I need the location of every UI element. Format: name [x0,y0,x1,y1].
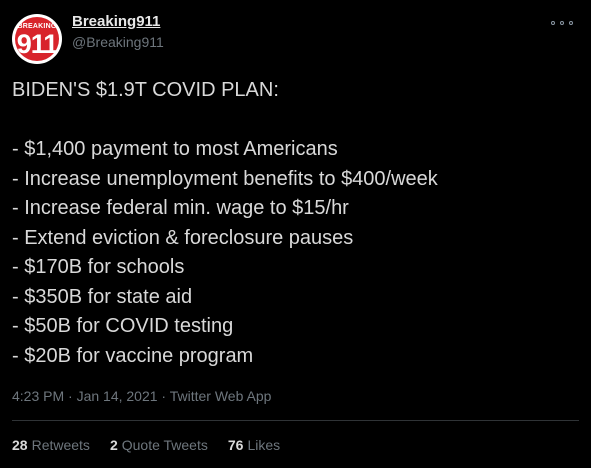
retweets-stat[interactable]: 28 Retweets [12,436,90,454]
handle-link[interactable]: @Breaking911 [72,32,164,52]
display-name-link[interactable]: Breaking911 [72,12,164,32]
likes-stat[interactable]: 76 Likes [228,436,280,454]
tweet-list-item: - $170B for schools [12,256,185,278]
likes-count: 76 [227,437,244,453]
tweet-stats: 28 Retweets 2 Quote Tweets 76 Likes [12,436,280,454]
tweet-list-item: - Increase unemployment benefits to $400… [12,167,438,190]
tweet-text: BIDEN'S $1.9T COVID PLAN: - $1,400 payme… [12,76,579,371]
more-dot [569,21,573,25]
tweet-list-item: - $350B for state aid [12,285,193,308]
tweet-list-item: - $1,400 payment to most Americans [12,138,338,160]
more-dot [560,21,564,25]
tweet-timestamp[interactable]: 4:23 PM · Jan 14, 2021 · Twitter Web App [12,387,271,405]
quote-tweets-stat[interactable]: 2 Quote Tweets [110,436,208,454]
avatar[interactable]: BREAKING 911 [12,14,62,64]
quote-count: 2 [109,437,118,453]
divider [12,420,579,421]
tweet-card: BREAKING 911 Breaking911 @Breaking911 BI… [0,0,591,468]
avatar-logo: BREAKING 911 [15,17,59,61]
tweet-list-item: - Extend eviction & foreclosure pauses [12,226,354,249]
avatar-text-big: 911 [16,29,59,59]
author-names: Breaking911 @Breaking911 [72,12,164,52]
tweet-heading: BIDEN'S $1.9T COVID PLAN: [12,79,279,101]
tweet-header: BREAKING 911 Breaking911 @Breaking911 [12,10,579,64]
tweet-list-item: - Increase federal min. wage to $15/hr [12,197,349,219]
more-dot [551,21,555,25]
quote-label: Quote Tweets [121,437,208,453]
tweet-list-item: - $50B for COVID testing [12,315,234,337]
retweets-count: 28 [12,437,28,453]
retweets-label: Retweets [31,437,90,453]
likes-label: Likes [247,437,281,453]
more-horizontal-icon[interactable] [551,16,573,30]
tweet-list-item: - $20B for vaccine program [12,344,254,367]
